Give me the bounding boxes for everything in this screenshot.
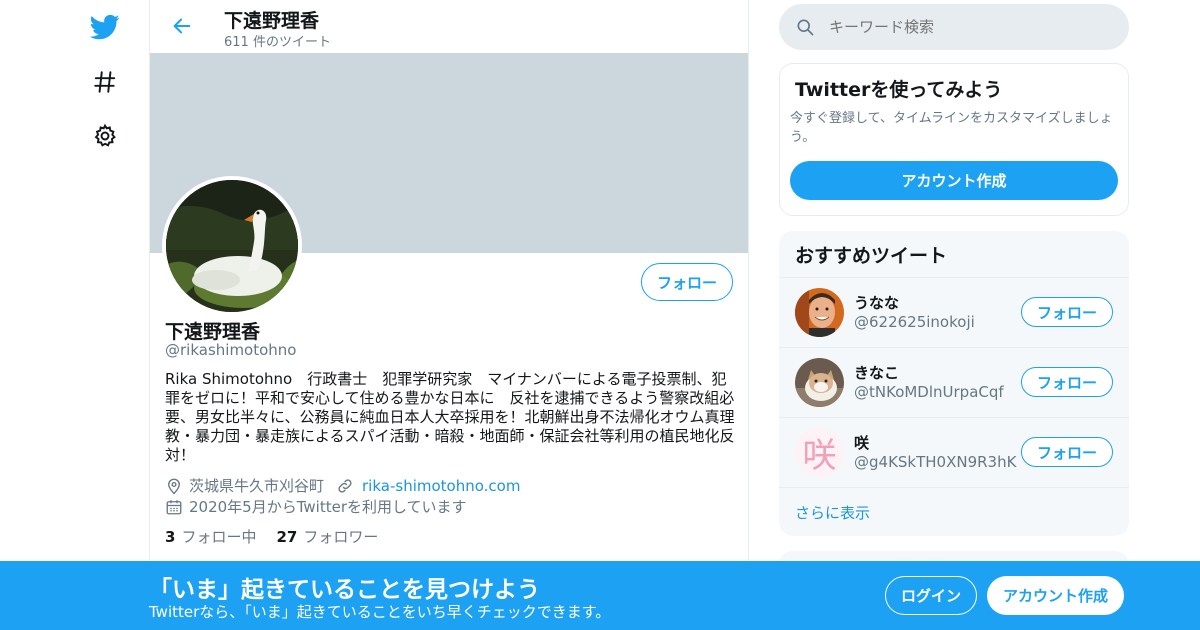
recommendation-avatar[interactable]: 咲 xyxy=(795,428,844,477)
profile-column: 下遠野理香 611 件のツイート フォロー 下遠野理香 @rikashimoto… xyxy=(149,0,749,630)
following-count-link[interactable]: 3 フォロー中 xyxy=(165,526,256,547)
profile-avatar[interactable] xyxy=(162,176,302,316)
followers-count: 27 xyxy=(276,528,298,546)
link-icon xyxy=(336,477,354,495)
recommendation-handle: @g4KSkTH0XN9R3hK xyxy=(854,453,1017,471)
recommendation-avatar[interactable] xyxy=(795,358,844,407)
login-button[interactable]: ログイン xyxy=(885,576,977,615)
search-icon xyxy=(795,17,815,37)
recommendations-card: おすすめツイート うなな @622625inokoji フォロー きなこ @tN… xyxy=(779,231,1129,536)
hashtag-icon[interactable] xyxy=(84,61,126,103)
recommendations-title: おすすめツイート xyxy=(795,245,948,267)
profile-header: 下遠野理香 611 件のツイート xyxy=(150,0,748,53)
calendar-icon xyxy=(165,498,183,516)
signup-card-description: 今すぐ登録して、タイムラインをカスタマイズしましょう。 xyxy=(790,111,1113,145)
recommendation-handle: @tNKoMDlnUrpaCqf xyxy=(854,383,1004,401)
follow-counts: 3 フォロー中 27 フォロワー xyxy=(165,526,398,547)
recommendation-item[interactable]: 咲 咲 @g4KSkTH0XN9R3hK フォロー xyxy=(779,417,1129,487)
recommendation-item[interactable]: うなな @622625inokoji フォロー xyxy=(779,277,1129,347)
recommendation-follow-button[interactable]: フォロー xyxy=(1021,367,1113,397)
header-tweet-count: 611 件のツイート xyxy=(224,35,331,50)
signup-card: Twitterを使ってみよう 今すぐ登録して、タイムラインをカスタマイズしましょ… xyxy=(779,63,1129,216)
recommendation-follow-button[interactable]: フォロー xyxy=(1021,297,1113,327)
recommendation-item[interactable]: きなこ @tNKoMDlnUrpaCqf フォロー xyxy=(779,347,1129,417)
recommendation-follow-button[interactable]: フォロー xyxy=(1021,437,1113,467)
search-input[interactable] xyxy=(829,18,1109,36)
header-display-name: 下遠野理香 xyxy=(224,10,320,32)
profile-bio: Rika Shimotohno 行政書士 犯罪学研究家 マイナンバーによる電子投… xyxy=(165,370,735,464)
profile-joined-date: 2020年5月からTwitterを利用しています xyxy=(189,498,467,516)
location-pin-icon xyxy=(165,477,183,495)
following-count: 3 xyxy=(165,528,176,546)
signup-card-title: Twitterを使ってみよう xyxy=(795,79,1003,101)
bottom-bar-subtitle: Twitterなら、「いま」起きていることをいち早くチェックできます。 xyxy=(149,603,611,621)
follow-button[interactable]: フォロー xyxy=(641,263,733,301)
profile-meta-row: 茨城県牛久市刈谷町 rika-shimotohno.com xyxy=(165,475,520,496)
recommendation-handle: @622625inokoji xyxy=(854,313,975,331)
followers-label: フォロワー xyxy=(303,528,379,546)
recommendation-name: 咲 xyxy=(854,434,870,452)
gear-icon[interactable] xyxy=(84,115,126,157)
bottom-bar-title: 「いま」起きていることを見つけよう xyxy=(149,577,540,603)
recommendation-avatar-text: 咲 xyxy=(802,436,837,476)
profile-handle: @rikashimotohno xyxy=(165,341,297,359)
show-more-link[interactable]: さらに表示 xyxy=(779,487,1129,536)
search-box[interactable] xyxy=(779,4,1129,50)
recommendation-avatar[interactable] xyxy=(795,288,844,337)
recommendation-name: きなこ xyxy=(854,364,900,382)
twitter-logo-icon[interactable] xyxy=(84,6,126,48)
profile-display-name: 下遠野理香 xyxy=(165,321,261,343)
recommendation-name: うなな xyxy=(854,294,900,312)
signup-button[interactable]: アカウント作成 xyxy=(987,576,1124,615)
bottom-signup-bar: 「いま」起きていることを見つけよう Twitterなら、「いま」起きていることを… xyxy=(0,561,1200,630)
create-account-button[interactable]: アカウント作成 xyxy=(790,161,1118,200)
profile-website-link[interactable]: rika-shimotohno.com xyxy=(362,477,520,495)
following-label: フォロー中 xyxy=(181,528,257,546)
followers-count-link[interactable]: 27 フォロワー xyxy=(276,526,378,547)
back-arrow-icon[interactable] xyxy=(166,10,198,42)
profile-joined-row: 2020年5月からTwitterを利用しています xyxy=(165,496,467,517)
profile-location: 茨城県牛久市刈谷町 xyxy=(189,477,325,495)
left-nav xyxy=(0,0,150,630)
